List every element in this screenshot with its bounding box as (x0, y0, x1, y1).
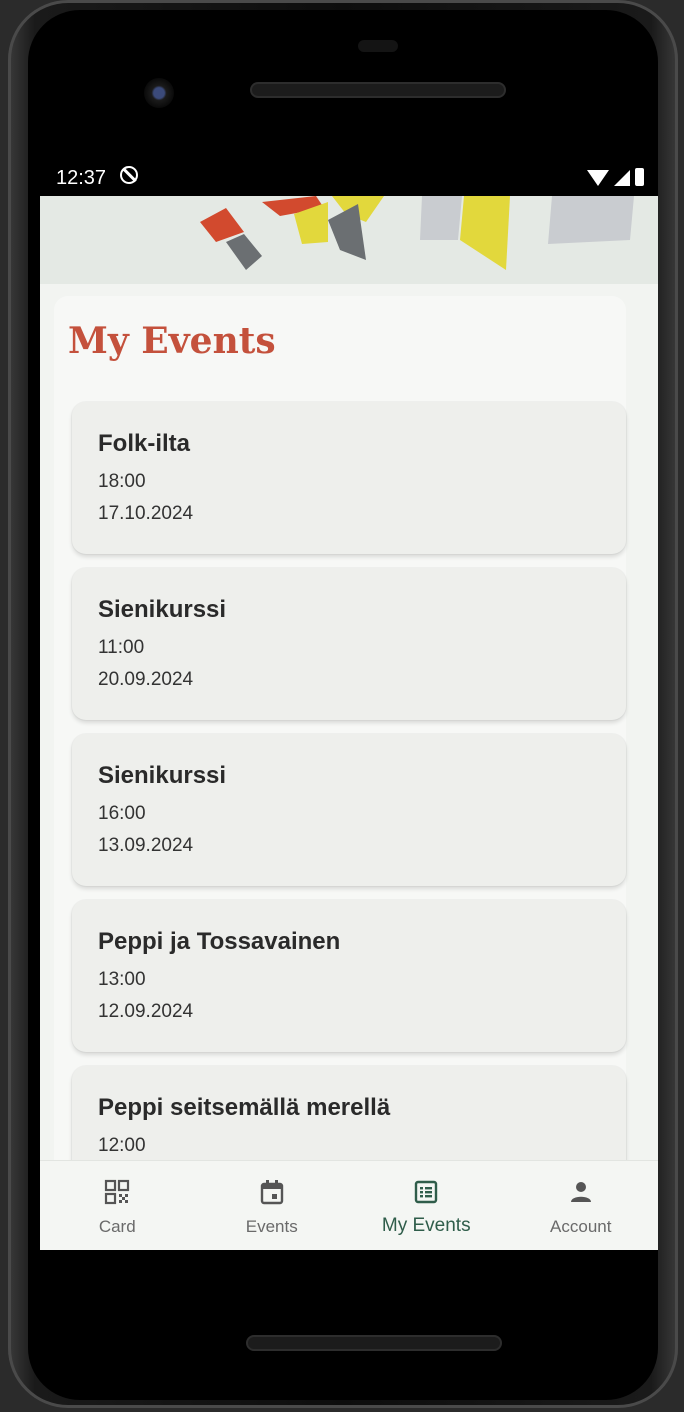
nav-item-account[interactable]: Account (504, 1161, 659, 1250)
header-banner (40, 196, 658, 284)
banner-shape-light-2 (548, 196, 634, 244)
bottom-navigation: Card Events My Events Account (40, 1160, 658, 1250)
qr-code-icon (105, 1179, 130, 1205)
event-time: 12:00 (98, 1135, 146, 1156)
bottom-speaker (246, 1335, 502, 1351)
event-list: Folk-ilta 18:00 17.10.2024 Sienikurssi 1… (72, 402, 626, 1160)
event-time: 11:00 (98, 637, 145, 658)
front-camera (144, 78, 174, 108)
event-card[interactable]: Folk-ilta 18:00 17.10.2024 (72, 402, 626, 554)
status-time: 12:37 (56, 167, 107, 189)
event-card[interactable]: Sienikurssi 11:00 20.09.2024 (72, 568, 626, 720)
calendar-icon (260, 1180, 283, 1205)
event-date: 17.10.2024 (98, 503, 194, 524)
event-title: Peppi ja Tossavainen (98, 928, 341, 955)
event-title: Peppi seitsemällä merellä (98, 1094, 391, 1121)
do-not-disturb-icon (120, 166, 138, 184)
event-date: 13.09.2024 (98, 835, 194, 856)
app-screen: My Events Folk-ilta 18:00 17.10.2024 Sie… (40, 196, 658, 1250)
event-date: 20.09.2024 (98, 669, 194, 690)
nav-label-card: Card (98, 1217, 136, 1236)
nav-label-events: Events (245, 1217, 298, 1236)
banner-graphic (200, 196, 634, 270)
event-time: 16:00 (98, 803, 146, 824)
banner-shape-red-left (200, 208, 244, 242)
banner-shape-yellow-right (460, 196, 510, 270)
banner-shape-gray-left (226, 234, 262, 270)
battery-icon (635, 168, 644, 186)
nav-label-account: Account (550, 1217, 612, 1236)
banner-shape-light-1 (420, 196, 462, 240)
proximity-sensor (358, 40, 398, 52)
event-card[interactable]: Peppi seitsemällä merellä 12:00 (72, 1066, 626, 1160)
event-title: Sienikurssi (98, 596, 227, 623)
event-title: Sienikurssi (98, 762, 227, 789)
nav-label-my-events: My Events (381, 1215, 471, 1236)
status-bar: 12:37 (40, 160, 658, 196)
event-card[interactable]: Sienikurssi 16:00 13.09.2024 (72, 734, 626, 886)
event-title: Folk-ilta (98, 430, 191, 457)
nav-item-card[interactable]: Card (40, 1161, 195, 1250)
status-icons (587, 168, 644, 186)
event-date: 12.09.2024 (98, 1001, 194, 1022)
main-content[interactable]: My Events Folk-ilta 18:00 17.10.2024 Sie… (40, 284, 658, 1160)
event-time: 18:00 (98, 471, 146, 492)
signal-icon (614, 170, 630, 186)
wifi-icon (587, 170, 609, 186)
nav-item-my-events[interactable]: My Events (349, 1161, 504, 1250)
page-title: My Events (68, 320, 276, 362)
person-icon (570, 1182, 591, 1202)
nav-item-events[interactable]: Events (195, 1161, 350, 1250)
event-card[interactable]: Peppi ja Tossavainen 13:00 12.09.2024 (72, 900, 626, 1052)
list-icon (415, 1180, 438, 1204)
event-time: 13:00 (98, 969, 146, 990)
earpiece-speaker (250, 82, 506, 98)
